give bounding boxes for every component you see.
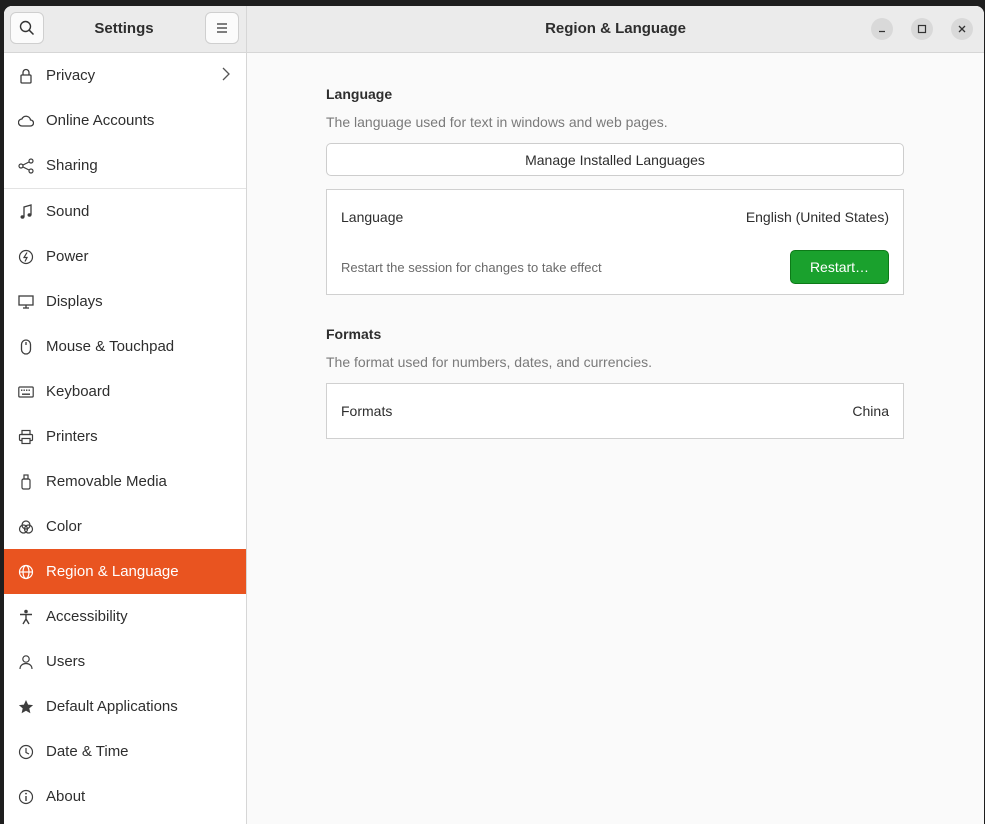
sidebar-item-label: Displays: [46, 293, 103, 310]
sidebar-item-privacy[interactable]: Privacy: [4, 53, 246, 98]
sidebar-item-label: Power: [46, 248, 89, 265]
sidebar-item-label: Mouse & Touchpad: [46, 338, 175, 355]
language-row-label: Language: [341, 209, 404, 225]
formats-section-title: Formats: [326, 326, 382, 342]
sidebar-item-printers[interactable]: Printers: [4, 414, 246, 459]
sidebar-item-online-accounts[interactable]: Online Accounts: [4, 98, 246, 143]
sidebar-item-about[interactable]: About: [4, 774, 246, 819]
sidebar-item-label: Date & Time: [46, 743, 129, 760]
maximize-icon: [917, 24, 927, 34]
sidebar-item-label: Keyboard: [46, 383, 111, 400]
sidebar-nav: Privacy Online Accounts Sharing Sound Po…: [4, 53, 246, 819]
sidebar-item-keyboard[interactable]: Keyboard: [4, 369, 246, 414]
sidebar-item-mouse-touchpad[interactable]: Mouse & Touchpad: [4, 324, 246, 369]
sidebar-item-accessibility[interactable]: Accessibility: [4, 594, 246, 639]
formats-section-description: The format used for numbers, dates, and …: [326, 354, 653, 370]
language-card: Language English (United States) Restart…: [326, 189, 904, 295]
sidebar: Settings Privacy Online Accounts Sharing…: [4, 6, 247, 824]
mouse-icon: [18, 338, 34, 355]
sidebar-item-users[interactable]: Users: [4, 639, 246, 684]
info-icon: [18, 789, 34, 805]
sidebar-item-label: Accessibility: [46, 608, 128, 625]
user-icon: [18, 654, 34, 670]
sidebar-item-displays[interactable]: Displays: [4, 279, 246, 324]
power-icon: [18, 249, 34, 265]
sidebar-item-sound[interactable]: Sound: [4, 189, 246, 234]
printer-icon: [18, 429, 34, 445]
sidebar-header: Settings: [4, 6, 246, 53]
sidebar-item-color[interactable]: Color: [4, 504, 246, 549]
sidebar-item-label: About: [46, 788, 86, 805]
minimize-button[interactable]: [871, 18, 893, 40]
language-section-title: Language: [326, 86, 393, 102]
sidebar-item-label: Sound: [46, 203, 90, 220]
globe-icon: [18, 564, 34, 580]
language-row[interactable]: Language English (United States): [327, 190, 903, 242]
formats-row-value: China: [852, 403, 889, 419]
sidebar-item-label: Privacy: [46, 67, 96, 84]
manage-installed-languages-button[interactable]: Manage Installed Languages: [326, 143, 904, 176]
sidebar-item-default-applications[interactable]: Default Applications: [4, 684, 246, 729]
chevron-right-icon: [222, 67, 230, 85]
hamburger-menu-icon: [217, 23, 227, 33]
music-note-icon: [18, 203, 34, 220]
sidebar-item-date-time[interactable]: Date & Time: [4, 729, 246, 774]
maximize-button[interactable]: [911, 18, 933, 40]
settings-window: Settings Privacy Online Accounts Sharing…: [4, 6, 984, 824]
sidebar-item-label: Online Accounts: [46, 112, 155, 129]
sidebar-item-label: Printers: [46, 428, 98, 445]
sidebar-item-label: Sharing: [46, 157, 98, 174]
main-header: Region & Language: [247, 6, 984, 53]
formats-card: Formats China: [326, 383, 904, 439]
keyboard-icon: [18, 384, 34, 400]
language-row-value: English (United States): [745, 209, 889, 225]
sidebar-item-sharing[interactable]: Sharing: [4, 143, 246, 189]
sidebar-item-removable-media[interactable]: Removable Media: [4, 459, 246, 504]
search-button[interactable]: [10, 12, 44, 44]
sidebar-item-label: Default Applications: [46, 698, 178, 715]
usb-drive-icon: [18, 473, 34, 490]
sidebar-item-region-language[interactable]: Region & Language: [4, 549, 246, 594]
cloud-icon: [18, 113, 34, 129]
sidebar-title: Settings: [94, 20, 154, 37]
sidebar-item-label: Users: [46, 653, 86, 670]
color-icon: [18, 519, 34, 535]
lock-icon: [18, 68, 34, 84]
sidebar-item-label: Region & Language: [46, 563, 179, 580]
sidebar-item-label: Removable Media: [46, 473, 167, 490]
share-icon: [18, 157, 34, 174]
formats-row[interactable]: Formats China: [327, 384, 903, 438]
clock-icon: [18, 744, 34, 760]
sidebar-item-label: Color: [46, 518, 82, 535]
restart-button[interactable]: Restart…: [790, 250, 889, 284]
language-section-description: The language used for text in windows an…: [326, 114, 668, 130]
search-icon: [19, 20, 35, 36]
restart-note: Restart the session for changes to take …: [341, 260, 602, 275]
accessibility-icon: [18, 609, 34, 625]
star-icon: [18, 699, 34, 715]
main-menu-button[interactable]: [205, 12, 239, 44]
sidebar-item-power[interactable]: Power: [4, 234, 246, 279]
minimize-icon: [879, 30, 885, 33]
formats-row-label: Formats: [341, 403, 393, 419]
close-button[interactable]: [951, 18, 973, 40]
display-icon: [18, 294, 34, 310]
close-icon: [958, 25, 966, 33]
